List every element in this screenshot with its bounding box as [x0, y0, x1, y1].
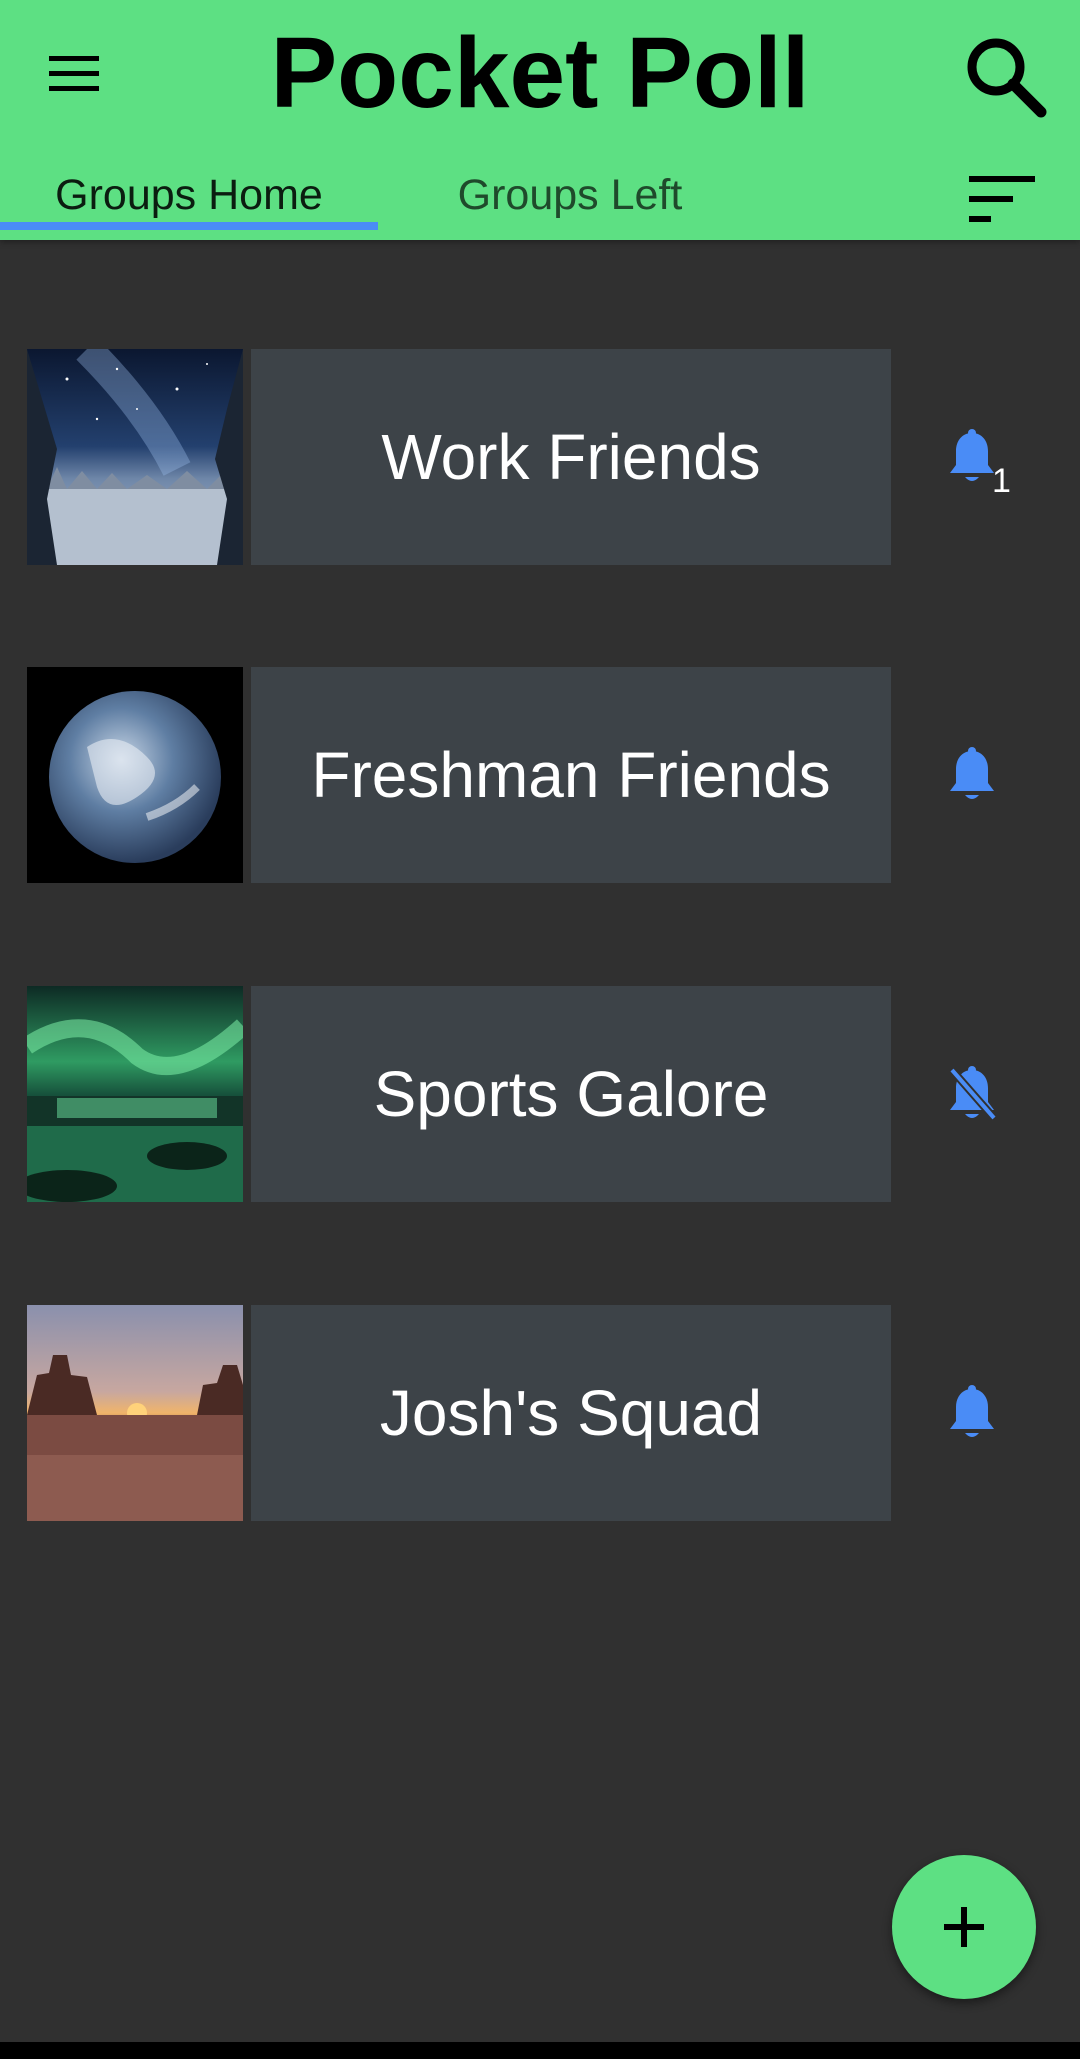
search-button[interactable] [955, 26, 1055, 126]
group-name-card[interactable]: Sports Galore [251, 986, 891, 1202]
group-row[interactable]: Work Friends [0, 349, 1080, 565]
bell-icon [950, 429, 994, 481]
notification-badge: 1 [992, 462, 1011, 500]
navigation-bar-edge [0, 2042, 1080, 2059]
group-image-desert-sunset [27, 1305, 243, 1521]
notification-toggle[interactable] [942, 735, 1002, 815]
tab-groups-home[interactable]: Groups Home [0, 160, 378, 230]
group-name: Sports Galore [373, 1058, 769, 1130]
bell-off-icon [948, 1066, 998, 1121]
group-image-snowy-forest [27, 349, 243, 565]
hamburger-menu-icon [49, 56, 99, 91]
app-screen: Pocket Poll Groups Home Groups Left Work… [0, 0, 1080, 2059]
menu-button[interactable] [34, 34, 114, 114]
bell-icon [950, 1385, 994, 1437]
group-name-card[interactable]: Freshman Friends [251, 667, 891, 883]
group-row[interactable]: Sports Galore [0, 986, 1080, 1202]
group-name-card[interactable]: Work Friends [251, 349, 891, 565]
plus-icon [944, 1907, 984, 1947]
group-name-card[interactable]: Josh's Squad [251, 1305, 891, 1521]
group-row[interactable]: Freshman Friends [0, 667, 1080, 883]
tab-groups-left[interactable]: Groups Left [410, 160, 730, 230]
app-bar: Pocket Poll Groups Home Groups Left [0, 0, 1080, 240]
notification-toggle[interactable] [942, 1054, 1002, 1134]
search-icon [967, 38, 1047, 118]
group-name: Josh's Squad [379, 1377, 763, 1449]
bell-icon [950, 747, 994, 799]
group-name: Work Friends [381, 421, 761, 493]
group-row[interactable]: Josh's Squad [0, 1305, 1080, 1521]
sort-button[interactable] [962, 166, 1042, 232]
add-group-button[interactable] [892, 1855, 1036, 1999]
group-name: Freshman Friends [311, 739, 831, 811]
app-title: Pocket Poll [270, 17, 810, 129]
group-image-aurora [27, 986, 243, 1202]
notification-toggle[interactable] [942, 1373, 1002, 1453]
sort-icon [969, 176, 1035, 222]
group-image-earth [27, 667, 243, 883]
tab-indicator [0, 222, 378, 230]
